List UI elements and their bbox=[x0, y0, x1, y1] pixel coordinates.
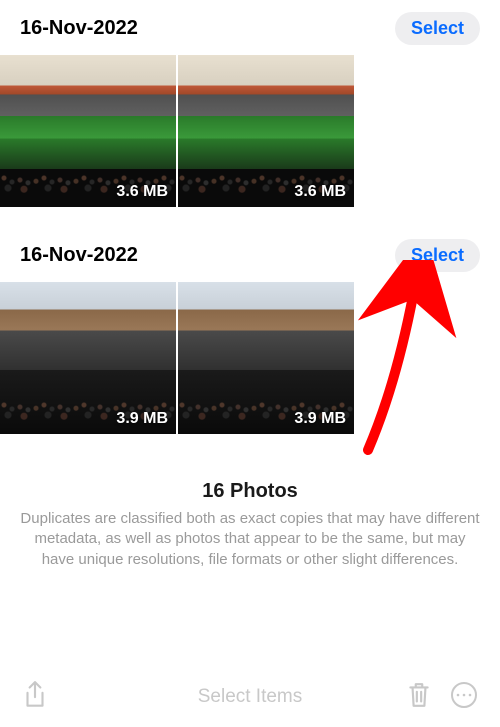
photo-row: 3.6 MB 3.6 MB bbox=[0, 55, 500, 207]
duplicate-group: 16-Nov-2022 Select 3.6 MB 3.6 MB bbox=[0, 0, 500, 207]
trash-icon[interactable] bbox=[406, 681, 432, 714]
group-header: 16-Nov-2022 Select bbox=[0, 227, 500, 282]
photo-size-label: 3.9 MB bbox=[116, 410, 168, 428]
bottom-toolbar: Select Items bbox=[0, 667, 500, 727]
photo-size-label: 3.6 MB bbox=[294, 183, 346, 201]
duplicate-group: 16-Nov-2022 Select 3.9 MB 3.9 MB bbox=[0, 227, 500, 434]
group-date: 16-Nov-2022 bbox=[20, 244, 138, 267]
select-items-button[interactable]: Select Items bbox=[198, 686, 303, 708]
photo-thumbnail[interactable]: 3.9 MB bbox=[178, 282, 354, 434]
photo-thumbnail[interactable]: 3.6 MB bbox=[0, 55, 176, 207]
photo-size-label: 3.9 MB bbox=[294, 410, 346, 428]
photo-thumbnail[interactable]: 3.9 MB bbox=[0, 282, 176, 434]
duplicates-description: Duplicates are classified both as exact … bbox=[18, 509, 482, 570]
share-icon[interactable] bbox=[22, 680, 48, 715]
photo-size-label: 3.6 MB bbox=[116, 183, 168, 201]
group-date: 16-Nov-2022 bbox=[20, 17, 138, 40]
select-button[interactable]: Select bbox=[395, 239, 480, 272]
select-button[interactable]: Select bbox=[395, 12, 480, 45]
group-header: 16-Nov-2022 Select bbox=[0, 0, 500, 55]
photo-count-title: 16 Photos bbox=[18, 480, 482, 503]
photo-row: 3.9 MB 3.9 MB bbox=[0, 282, 500, 434]
more-icon[interactable] bbox=[450, 681, 478, 714]
photo-thumbnail[interactable]: 3.6 MB bbox=[178, 55, 354, 207]
summary-footer: 16 Photos Duplicates are classified both… bbox=[0, 454, 500, 580]
